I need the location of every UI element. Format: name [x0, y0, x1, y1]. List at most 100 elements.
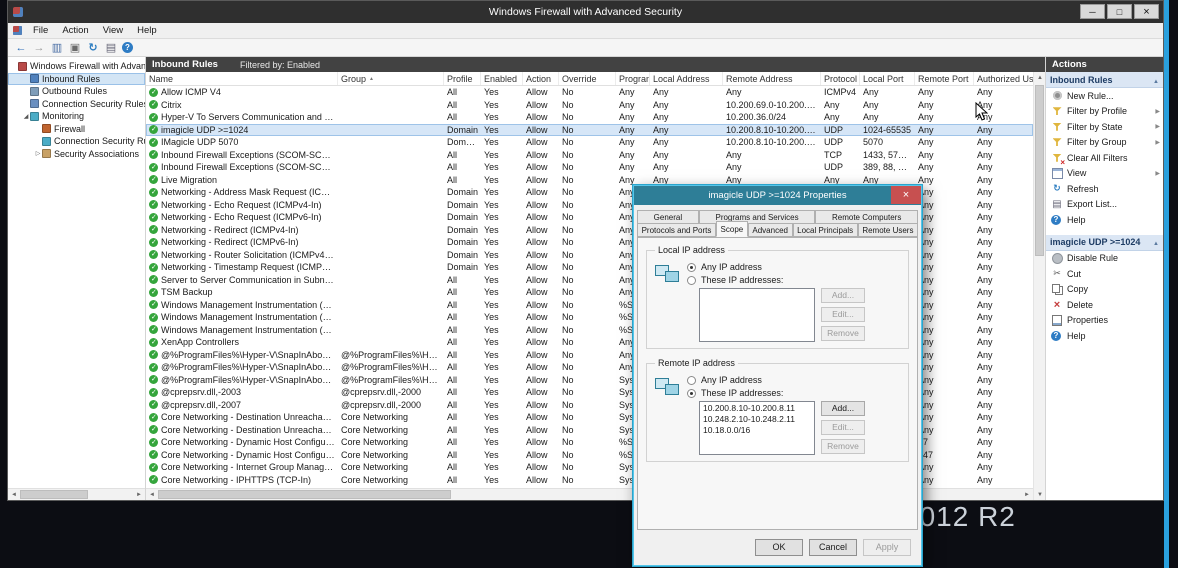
scope-tab-page: Local IP address Any IP address These IP…	[637, 237, 918, 530]
action-item[interactable]: Help ▶	[1046, 212, 1163, 228]
collapse-arrow-icon[interactable]	[1153, 75, 1159, 85]
table-row[interactable]: Citrix All Yes Allow No Any Any 10.200.6…	[146, 99, 1033, 112]
window-titlebar[interactable]: Windows Firewall with Advanced Security	[8, 1, 1163, 23]
table-row[interactable]: IMagicle UDP 5070 Domai... Yes Allow No …	[146, 136, 1033, 149]
action-item[interactable]: Cut ▶	[1046, 266, 1163, 282]
dialog-tab[interactable]: Protocols and Ports	[637, 223, 716, 237]
actions-pane: Actions Inbound Rules New Rule... ▶ Filt…	[1045, 57, 1163, 500]
column-header[interactable]: Name	[146, 72, 338, 85]
column-header[interactable]: Action	[523, 72, 559, 85]
dialog-close-button[interactable]	[891, 186, 921, 204]
properties-icon[interactable]	[68, 41, 82, 55]
column-header[interactable]: Program	[616, 72, 650, 85]
action-item[interactable]: Filter by Profile ▶	[1046, 104, 1163, 120]
column-header[interactable]: Enabled	[481, 72, 523, 85]
table-row[interactable]: Inbound Firewall Exceptions (SCOM-SCCM-S…	[146, 161, 1033, 174]
tree-item[interactable]: Windows Firewall with Advanc	[8, 60, 145, 73]
scroll-right-icon[interactable]: ►	[1021, 489, 1033, 500]
local-these-ip-radio[interactable]: These IP addresses:	[687, 275, 902, 285]
ip-address-entry[interactable]: 10.248.2.10-10.248.2.11	[703, 414, 811, 425]
maximize-button[interactable]	[1107, 4, 1132, 19]
column-header[interactable]: Authorized User	[974, 72, 1033, 85]
column-header[interactable]: Protocol	[821, 72, 860, 85]
cancel-button[interactable]: Cancel	[809, 539, 857, 556]
show-console-tree-icon[interactable]	[50, 41, 64, 55]
remote-ip-listbox[interactable]: 10.200.8.10-10.200.8.1110.248.2.10-10.24…	[699, 401, 815, 455]
remote-add-button[interactable]: Add...	[821, 401, 865, 416]
column-header[interactable]: Group	[338, 72, 444, 85]
ok-button[interactable]: OK	[755, 539, 803, 556]
menu-item[interactable]: View	[96, 23, 130, 38]
minimize-button[interactable]	[1080, 4, 1105, 19]
tree-horizontal-scrollbar[interactable]: ◄ ►	[8, 488, 145, 500]
local-any-ip-radio[interactable]: Any IP address	[687, 262, 902, 272]
table-row[interactable]: Allow ICMP V4 All Yes Allow No Any Any A…	[146, 86, 1033, 99]
local-add-button[interactable]: Add...	[821, 288, 865, 303]
menu-item[interactable]: Help	[130, 23, 164, 38]
remote-any-ip-radio[interactable]: Any IP address	[687, 375, 902, 385]
column-header[interactable]: Remote Address	[723, 72, 821, 85]
local-ip-listbox[interactable]	[699, 288, 815, 342]
actions-section-header-inbound-rules[interactable]: Inbound Rules	[1046, 72, 1163, 88]
table-row[interactable]: Hyper-V To Servers Communication and Mon…	[146, 111, 1033, 124]
action-item[interactable]: Clear All Filters ▶	[1046, 150, 1163, 166]
actions-section-header-selected-rule[interactable]: imagicle UDP >=1024	[1046, 235, 1163, 251]
action-item[interactable]: Delete ▶	[1046, 297, 1163, 313]
collapse-arrow-icon[interactable]	[1153, 237, 1159, 247]
tree-item[interactable]: Inbound Rules	[8, 73, 145, 86]
action-item[interactable]: New Rule... ▶	[1046, 88, 1163, 104]
tree-item[interactable]: Firewall	[8, 123, 145, 136]
action-item[interactable]: Filter by Group ▶	[1046, 135, 1163, 151]
local-edit-button[interactable]: Edit...	[821, 307, 865, 322]
dialog-tab[interactable]: Remote Users	[858, 223, 918, 237]
action-item[interactable]: Help ▶	[1046, 328, 1163, 344]
tree-expand-icon[interactable]: ▷	[34, 150, 42, 157]
action-item[interactable]: Export List... ▶	[1046, 197, 1163, 213]
action-item[interactable]: View ▶	[1046, 166, 1163, 182]
action-item[interactable]: Copy ▶	[1046, 282, 1163, 298]
action-item[interactable]: Refresh ▶	[1046, 181, 1163, 197]
list-vertical-scrollbar[interactable]: ▲ ▼	[1033, 72, 1045, 500]
tree-item[interactable]: ◢ Monitoring	[8, 110, 145, 123]
column-header[interactable]: Remote Port	[915, 72, 974, 85]
action-item[interactable]: Filter by State ▶	[1046, 119, 1163, 135]
scroll-right-icon[interactable]: ►	[133, 489, 145, 500]
refresh-icon[interactable]	[86, 41, 100, 55]
table-row[interactable]: imagicle UDP >=1024 Domain Yes Allow No …	[146, 124, 1033, 137]
tree-item[interactable]: ▷ Security Associations	[8, 148, 145, 161]
back-icon[interactable]	[14, 41, 28, 55]
column-header[interactable]: Local Port	[860, 72, 915, 85]
tree-expand-icon[interactable]: ◢	[22, 113, 30, 120]
tree-item[interactable]: Connection Security Rul	[8, 135, 145, 148]
help-icon[interactable]	[122, 42, 133, 53]
tree-item[interactable]: Connection Security Rules	[8, 98, 145, 111]
scroll-left-icon[interactable]: ◄	[146, 489, 158, 500]
remote-remove-button[interactable]: Remove	[821, 439, 865, 454]
apply-button[interactable]: Apply	[863, 539, 911, 556]
remote-edit-button[interactable]: Edit...	[821, 420, 865, 435]
menu-item[interactable]: File	[26, 23, 55, 38]
dialog-tab[interactable]: Remote Computers	[815, 210, 918, 224]
scroll-left-icon[interactable]: ◄	[8, 489, 20, 500]
export-list-icon[interactable]	[104, 41, 118, 55]
remote-these-ip-radio[interactable]: These IP addresses:	[687, 388, 902, 398]
remote-ip-groupbox: Remote IP address Any IP address These I…	[646, 363, 909, 462]
column-header[interactable]: Profile	[444, 72, 481, 85]
ip-address-entry[interactable]: 10.18.0.0/16	[703, 425, 811, 436]
dialog-tab[interactable]: Local Principals	[793, 223, 858, 237]
tree-item[interactable]: Outbound Rules	[8, 85, 145, 98]
table-row[interactable]: Inbound Firewall Exceptions (SCOM-SCCM-S…	[146, 149, 1033, 162]
dialog-titlebar[interactable]: imagicle UDP >=1024 Properties	[634, 186, 921, 205]
dialog-tab[interactable]: Scope	[716, 221, 748, 237]
ip-address-entry[interactable]: 10.200.8.10-10.200.8.11	[703, 403, 811, 414]
local-remove-button[interactable]: Remove	[821, 326, 865, 341]
column-header[interactable]: Override	[559, 72, 616, 85]
dialog-tab[interactable]: General	[637, 210, 699, 224]
forward-icon[interactable]	[32, 41, 46, 55]
action-item[interactable]: Disable Rule ▶	[1046, 251, 1163, 267]
column-header[interactable]: Local Address	[650, 72, 723, 85]
dialog-tab[interactable]: Advanced	[748, 223, 793, 237]
action-item[interactable]: Properties ▶	[1046, 313, 1163, 329]
close-button[interactable]	[1134, 4, 1159, 19]
menu-item[interactable]: Action	[55, 23, 95, 38]
